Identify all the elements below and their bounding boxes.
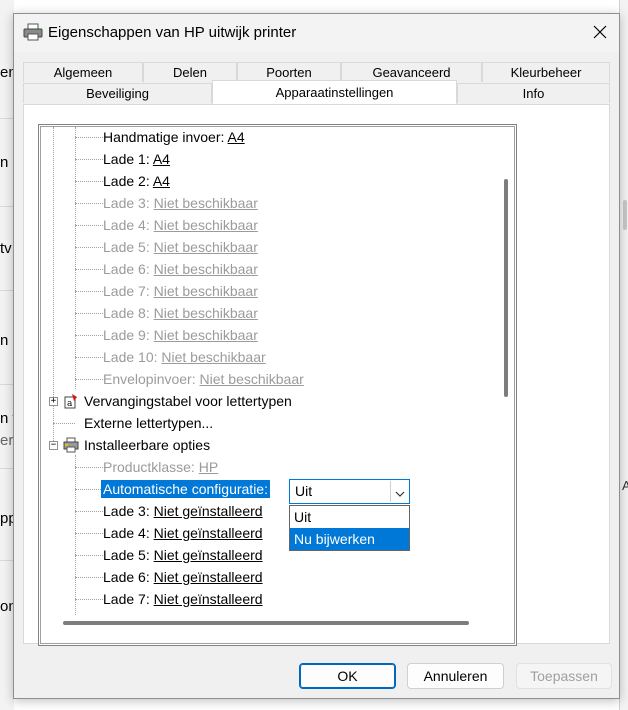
tree-horizontal-scrollbar[interactable] — [41, 615, 514, 631]
tree-item-installed-tray[interactable]: Lade 7: Niet geïnstalleerd — [103, 589, 263, 609]
background-window-left: en n tv n n v erd pp on — [0, 0, 22, 710]
tree-item-auto-config[interactable]: Automatische configuratie: — [101, 479, 270, 499]
tree-item-external-fonts[interactable]: Externe lettertypen... — [84, 413, 213, 433]
tree-item-tray[interactable]: Lade 5: Niet beschikbaar — [103, 237, 258, 257]
tree-item-tray[interactable]: Lade 9: Niet beschikbaar — [103, 325, 258, 345]
background-text: tv — [0, 240, 12, 257]
tree-item-installed-tray[interactable]: Lade 5: Niet geïnstalleerd — [103, 545, 263, 565]
background-text: n — [0, 332, 9, 349]
expand-font-table-button[interactable]: + — [49, 397, 58, 406]
close-icon — [593, 25, 607, 42]
tab-kleurbeheer[interactable]: Kleurbeheer — [482, 62, 610, 82]
tab-info[interactable]: Info — [457, 83, 610, 103]
dropdown-option-uit[interactable]: Uit — [290, 506, 409, 528]
tree-item-tray[interactable]: Lade 2: A4 — [103, 171, 170, 191]
auto-config-select-value: Uit — [295, 483, 313, 499]
background-window-right: A — [619, 0, 628, 710]
background-text: n — [0, 154, 9, 171]
horizontal-scroll-thumb[interactable] — [63, 621, 469, 625]
tree-item-tray[interactable]: Lade 7: Niet beschikbaar — [103, 281, 258, 301]
printer-properties-dialog: Eigenschappen van HP uitwijk printer Alg… — [13, 13, 620, 699]
apply-button[interactable]: Toepassen — [516, 663, 612, 689]
tree-item-tray[interactable]: Lade 3: Niet beschikbaar — [103, 193, 258, 213]
collapse-installable-options-button[interactable]: − — [49, 441, 58, 450]
tree-item-tray[interactable]: Lade 10: Niet beschikbaar — [103, 347, 266, 367]
svg-text:a: a — [67, 399, 73, 409]
printer-options-icon — [63, 437, 79, 453]
tree-item-product-class[interactable]: Productklasse: HP — [103, 457, 218, 477]
vertical-scroll-thumb[interactable] — [504, 179, 508, 397]
device-settings-tree[interactable]: Handmatige invoer: A4 Lade 1: A4 Lade 2:… — [38, 124, 517, 646]
auto-config-dropdown-list: Uit Nu bijwerken — [289, 505, 410, 551]
tree-item-tray[interactable]: Handmatige invoer: A4 — [103, 127, 245, 147]
cancel-button[interactable]: Annuleren — [407, 663, 504, 689]
tree-item-font-substitution[interactable]: Vervangingstabel voor lettertypen — [84, 391, 292, 411]
font-table-icon: a — [63, 393, 79, 409]
window-title: Eigenschappen van HP uitwijk printer — [48, 24, 297, 41]
tree-item-installed-tray[interactable]: Lade 3: Niet geïnstalleerd — [103, 501, 263, 521]
tree-item-tray[interactable]: Lade 8: Niet beschikbaar — [103, 303, 258, 323]
auto-config-select[interactable]: Uit — [289, 479, 410, 504]
ok-button[interactable]: OK — [299, 663, 396, 689]
tree-item-tray[interactable]: Lade 4: Niet beschikbaar — [103, 215, 258, 235]
dropdown-option-nu-bijwerken[interactable]: Nu bijwerken — [290, 528, 409, 550]
tab-geavanceerd[interactable]: Geavanceerd — [341, 62, 482, 82]
tab-beveiliging[interactable]: Beveiliging — [23, 83, 212, 103]
close-button[interactable] — [584, 18, 616, 48]
tree-item-tray[interactable]: Lade 1: A4 — [103, 149, 170, 169]
tree-item-installed-tray[interactable]: Lade 4: Niet geïnstalleerd — [103, 523, 263, 543]
tab-delen[interactable]: Delen — [143, 62, 237, 82]
title-bar: Eigenschappen van HP uitwijk printer — [14, 14, 619, 52]
tab-poorten[interactable]: Poorten — [237, 62, 341, 82]
tree-item-installable-options[interactable]: Installeerbare opties — [84, 435, 210, 455]
tree-item-tray[interactable]: Lade 6: Niet beschikbaar — [103, 259, 258, 279]
tree-vertical-scrollbar[interactable] — [498, 127, 514, 615]
tree-item-installed-tray[interactable]: Lade 6: Niet geïnstalleerd — [103, 567, 263, 587]
tab-algemeen[interactable]: Algemeen — [23, 62, 143, 82]
chevron-down-icon — [395, 484, 405, 500]
printer-icon — [23, 23, 43, 41]
tree-item-tray[interactable]: Envelopinvoer: Niet beschikbaar — [103, 369, 304, 389]
tab-apparaatinstellingen[interactable]: Apparaatinstellingen — [212, 80, 457, 104]
auto-config-dropdown-button[interactable] — [390, 481, 408, 502]
